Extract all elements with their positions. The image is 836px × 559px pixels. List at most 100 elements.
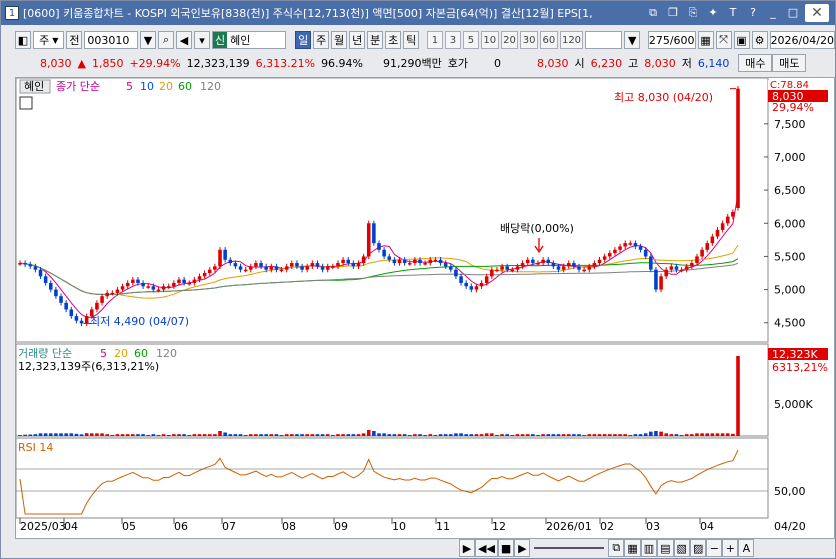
custom-interval-dropdown-icon[interactable]: ▼ — [624, 31, 641, 49]
minimize-icon[interactable]: _ — [765, 5, 781, 21]
layout-icon-4[interactable]: ▤ — [657, 539, 674, 557]
volume-bar — [731, 433, 735, 436]
code-input[interactable]: 003010 — [84, 31, 139, 49]
candle-body — [438, 259, 443, 264]
zoom-in-icon[interactable]: + — [722, 539, 739, 557]
settings-icon[interactable]: ⚙ — [751, 31, 768, 49]
prev-button[interactable]: 전 — [66, 31, 83, 49]
restore-icon[interactable]: ⎘ — [685, 5, 701, 21]
chart-type-icon[interactable]: ◧ — [15, 31, 31, 49]
zoom-out-icon[interactable]: − — [706, 539, 723, 557]
volume-bar — [172, 434, 176, 436]
candle-body — [33, 266, 38, 270]
candle-body — [392, 259, 397, 264]
interval-3[interactable]: 3 — [444, 31, 461, 49]
type-select[interactable]: 주 ▼ — [33, 31, 65, 49]
candle-body — [259, 263, 263, 267]
layout-icon-2[interactable]: ▦ — [624, 539, 641, 557]
volume-bar — [474, 434, 479, 436]
sell-button[interactable]: 매도 — [772, 54, 807, 72]
stock-name-field[interactable]: 신 혜인 — [212, 31, 286, 49]
save-icon[interactable]: ▣ — [733, 31, 750, 49]
candle-body — [43, 276, 48, 283]
candle-body — [684, 266, 689, 270]
interval-30[interactable]: 30 — [520, 31, 539, 49]
volume-bar — [715, 433, 720, 436]
candle-body — [495, 269, 499, 272]
interval-5[interactable]: 5 — [462, 31, 479, 49]
candle-body — [274, 266, 279, 270]
layout-icon-5[interactable]: ▧ — [673, 539, 690, 557]
bottom-controls: ▶ ◀◀ ■ ▶ ⧉ ▦ ▥ ▤ ▧ ▨ − + A — [1, 537, 835, 559]
interval-120[interactable]: 120 — [559, 31, 584, 49]
custom-interval-input[interactable] — [585, 31, 623, 49]
new-badge: 신 — [213, 32, 228, 48]
grid-icon[interactable]: ▦ — [697, 31, 714, 49]
period-second[interactable]: 초 — [385, 31, 402, 49]
date-field[interactable]: 2026/04/20 — [769, 31, 835, 49]
ma20-legend: 20 — [159, 80, 173, 93]
dividend-note: 배당락(0,00%) — [500, 222, 574, 235]
volume-bar — [592, 434, 597, 436]
volume-bar — [95, 433, 99, 436]
interval-20[interactable]: 20 — [500, 31, 519, 49]
maximize-icon[interactable]: □ — [785, 5, 801, 21]
period-year[interactable]: 년 — [349, 31, 366, 49]
layout-icon-3[interactable]: ▥ — [640, 539, 658, 557]
period-month[interactable]: 월 — [331, 31, 348, 49]
candle-body — [566, 263, 571, 267]
search-icon[interactable]: ⌕ — [158, 31, 175, 49]
window-number: 1 — [5, 6, 19, 20]
font-icon[interactable]: T — [725, 5, 741, 21]
candle-body — [618, 246, 622, 250]
interval-1[interactable]: 1 — [426, 31, 443, 49]
sound-icon[interactable]: ◀ — [176, 31, 193, 49]
count-field[interactable]: 275/600 — [647, 31, 696, 49]
copy-icon[interactable]: ❐ — [665, 5, 681, 21]
interval-10[interactable]: 10 — [480, 31, 499, 49]
volume-bar — [628, 435, 633, 436]
help-icon[interactable]: ? — [745, 5, 761, 21]
period-tick[interactable]: 틱 — [403, 31, 420, 49]
candle-body — [587, 266, 592, 270]
candle-body — [510, 269, 515, 272]
crosshair-icon[interactable]: ⤧ — [715, 31, 732, 49]
stop-icon[interactable]: ■ — [497, 539, 515, 557]
scroll-right-icon[interactable]: ▶ — [459, 539, 475, 557]
sound-dropdown-icon[interactable]: ▾ — [194, 31, 211, 49]
close-icon[interactable]: ✕ — [805, 4, 829, 22]
quote-low: 6,140 — [697, 56, 730, 70]
candle-body — [346, 259, 351, 264]
price-chart-svg[interactable]: 7,500 7,000 6,500 6,000 5,500 5,000 4,500 혜인 종… — [15, 77, 834, 538]
link-icon[interactable]: ⧉ — [645, 5, 661, 21]
candle-body — [74, 316, 79, 321]
volume-bar — [664, 433, 668, 436]
pin-icon[interactable]: ✦ — [705, 5, 721, 21]
candle-body — [433, 259, 438, 262]
volume-bar — [710, 433, 715, 436]
candle-body — [705, 243, 710, 250]
rewind-icon[interactable]: ◀◀ — [475, 539, 498, 557]
layout-icon-6[interactable]: ▨ — [689, 539, 707, 557]
volume-bar — [366, 430, 371, 436]
buy-button[interactable]: 매수 — [738, 54, 773, 72]
code-dropdown-icon[interactable]: ▼ — [140, 31, 157, 49]
zoom-slider[interactable] — [534, 547, 605, 549]
period-day[interactable]: 일 — [295, 31, 312, 49]
interval-60[interactable]: 60 — [540, 31, 558, 49]
candle-body — [623, 243, 627, 247]
volume-bar — [418, 434, 422, 436]
volume-bar — [115, 434, 120, 436]
rsi-panel — [15, 437, 769, 519]
font-size-icon[interactable]: A — [738, 539, 755, 557]
period-minute[interactable]: 분 — [367, 31, 384, 49]
volume-bar — [566, 434, 571, 436]
volume-bar — [259, 434, 263, 436]
layout-icon-1[interactable]: ⧉ — [608, 539, 625, 557]
forward-icon[interactable]: ▶ — [514, 539, 531, 557]
period-week[interactable]: 주 — [313, 31, 330, 49]
rsi-y-tick: 50,00 — [774, 485, 806, 498]
chart-area[interactable]: 7,500 7,000 6,500 6,000 5,500 5,000 4,500 혜인 종… — [15, 77, 835, 539]
volume-bar — [597, 434, 602, 436]
table-icon[interactable] — [19, 96, 33, 110]
